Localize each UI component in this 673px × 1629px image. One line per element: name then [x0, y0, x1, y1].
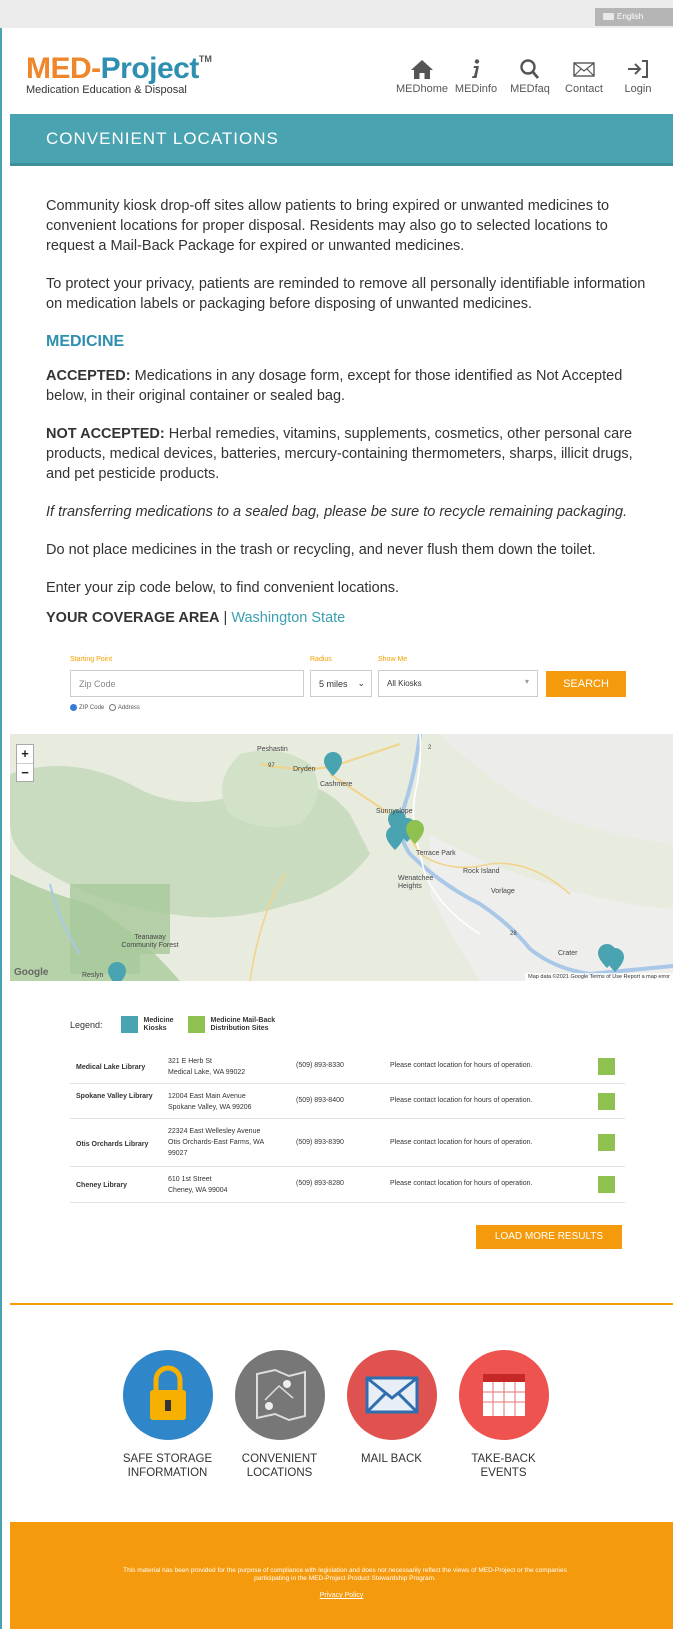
logo[interactable]: MED-ProjectTM Medication Education & Dis… — [26, 52, 212, 96]
search-button[interactable]: SEARCH — [546, 671, 626, 697]
radius-label: Radius — [310, 656, 332, 663]
feature-safe-storage[interactable]: SAFE STORAGE INFORMATION — [110, 1350, 225, 1480]
intro-paragraph: Community kiosk drop-off sites allow pat… — [46, 198, 610, 254]
section-divider — [10, 1303, 673, 1305]
map-zoom-control: + − — [16, 744, 34, 782]
zip-code-input[interactable]: Zip Code — [70, 670, 304, 697]
feature-take-back-events[interactable]: TAKE-BACK EVENTS — [446, 1350, 561, 1480]
nav-medhome[interactable]: MEDhome — [395, 58, 449, 95]
map-label: Terrace Park — [416, 850, 456, 857]
trash-note: Do not place medicines in the trash or r… — [46, 542, 596, 558]
map-legend: Legend: Medicine Kiosks Medicine Mail-Ba… — [70, 1016, 276, 1033]
table-row[interactable]: Otis Orchards Library 22324 East Wellesl… — [70, 1119, 625, 1167]
calendar-icon — [458, 1350, 549, 1440]
mailback-legend-icon — [187, 1016, 205, 1033]
radius-select[interactable]: 5 miles ⌄ — [310, 670, 372, 697]
logo-tm: TM — [198, 54, 212, 64]
page-banner: CONVENIENT LOCATIONS — [10, 114, 673, 166]
envelope-icon — [346, 1350, 437, 1440]
search-mode-radios: ZIP Code Address — [70, 704, 140, 711]
main-nav: MEDhome MEDinfo MEDfaq Contact Login — [395, 58, 665, 95]
flag-icon — [603, 13, 614, 21]
logo-med: MED- — [26, 52, 101, 85]
route-shield: 28 — [510, 931, 517, 937]
logo-tagline: Medication Education & Disposal — [26, 84, 187, 96]
search-icon — [520, 59, 540, 79]
mail-icon[interactable] — [598, 1093, 615, 1110]
packaging-note: If transferring medications to a sealed … — [46, 504, 628, 520]
kiosk-legend-icon — [120, 1016, 138, 1033]
table-row[interactable]: Cheney Library 610 1st Street Cheney, WA … — [70, 1167, 625, 1203]
show-me-select[interactable]: All Kiosks ▾ — [378, 670, 538, 697]
zip-prompt: Enter your zip code below, to find conve… — [46, 580, 400, 596]
feature-convenient-locations[interactable]: CONVENIENT LOCATIONS — [222, 1350, 337, 1480]
radio-zip[interactable] — [70, 704, 77, 711]
top-bar: English — [0, 0, 673, 28]
mail-icon[interactable] — [598, 1134, 615, 1151]
map-attribution[interactable]: Map data ©2021 Google Terms of Use Repor… — [525, 973, 673, 981]
nav-contact[interactable]: Contact — [557, 58, 611, 95]
map-label: Cashmere — [320, 781, 353, 788]
starting-point-label: Starting Point — [70, 656, 113, 663]
not-accepted-paragraph: NOT ACCEPTED: Herbal remedies, vitamins,… — [46, 426, 633, 482]
load-more-button[interactable]: LOAD MORE RESULTS — [476, 1225, 622, 1249]
site-footer: This material has been provided for the … — [10, 1522, 673, 1629]
map-canvas — [10, 734, 673, 981]
login-icon — [628, 60, 648, 78]
footer-disclaimer: This material has been provided for the … — [123, 1567, 567, 1582]
envelope-icon — [573, 62, 595, 77]
main-content: Community kiosk drop-off sites allow pat… — [46, 196, 646, 628]
medicine-heading: MEDICINE — [46, 333, 125, 350]
chevron-down-icon: ⌄ — [357, 678, 365, 688]
google-logo: Google — [14, 967, 49, 978]
logo-project: Project — [100, 52, 200, 85]
table-row[interactable]: Medical Lake Library 321 E Herb St Medica… — [70, 1049, 625, 1084]
location-search: Starting Point Zip Code Radius 5 miles ⌄ … — [70, 656, 630, 716]
radio-address[interactable] — [108, 704, 116, 711]
route-shield: 97 — [268, 763, 275, 769]
nav-login[interactable]: Login — [611, 58, 665, 95]
privacy-policy-link[interactable]: Privacy Policy — [10, 1592, 673, 1600]
caret-down-icon: ▾ — [524, 677, 529, 686]
accepted-paragraph: ACCEPTED: Medications in any dosage form… — [46, 368, 623, 404]
zoom-out-button[interactable]: − — [17, 763, 33, 781]
map-label: Wenatchee Heights — [398, 875, 434, 890]
zoom-in-button[interactable]: + — [17, 745, 33, 763]
map-icon — [234, 1350, 325, 1440]
page-title: CONVENIENT LOCATIONS — [46, 129, 279, 148]
coverage-link[interactable]: Washington State — [231, 610, 345, 626]
home-icon — [411, 60, 433, 79]
map-label: Crater — [558, 950, 578, 957]
coverage-area: YOUR COVERAGE AREA | Washington State — [46, 610, 346, 626]
nav-medfaq[interactable]: MEDfaq — [503, 58, 557, 95]
privacy-paragraph: To protect your privacy, patients are re… — [46, 276, 646, 312]
map-label: Sunnyslope — [376, 808, 413, 815]
map-label: Reslyn — [82, 972, 104, 979]
show-me-label: Show Me — [378, 656, 408, 663]
table-row[interactable]: Spokane Valley Library 12004 East Main A… — [70, 1084, 625, 1119]
map-label: Vorlage — [491, 888, 515, 895]
nav-medinfo[interactable]: MEDinfo — [449, 58, 503, 95]
mail-icon[interactable] — [598, 1176, 615, 1193]
info-icon — [472, 59, 480, 78]
language-selector[interactable]: English — [595, 8, 673, 26]
mail-icon[interactable] — [598, 1058, 615, 1075]
map-label: Peshastin — [257, 746, 288, 753]
site-header: MED-ProjectTM Medication Education & Dis… — [0, 28, 673, 114]
feature-links: SAFE STORAGE INFORMATION CONVENIENT LOCATI… — [110, 1350, 590, 1480]
map-label: Teanaway Community Forest — [121, 934, 179, 949]
lock-icon — [122, 1350, 213, 1440]
feature-mail-back[interactable]: MAIL BACK — [334, 1350, 449, 1466]
locations-map[interactable]: + − Peshastin Dryden Cashmere Sunnyslope… — [10, 734, 673, 981]
map-label: Rock Island — [463, 868, 500, 875]
route-shield: 2 — [428, 745, 432, 751]
locations-table: Medical Lake Library 321 E Herb St Medica… — [70, 1049, 625, 1203]
map-label: Dryden — [293, 766, 316, 773]
